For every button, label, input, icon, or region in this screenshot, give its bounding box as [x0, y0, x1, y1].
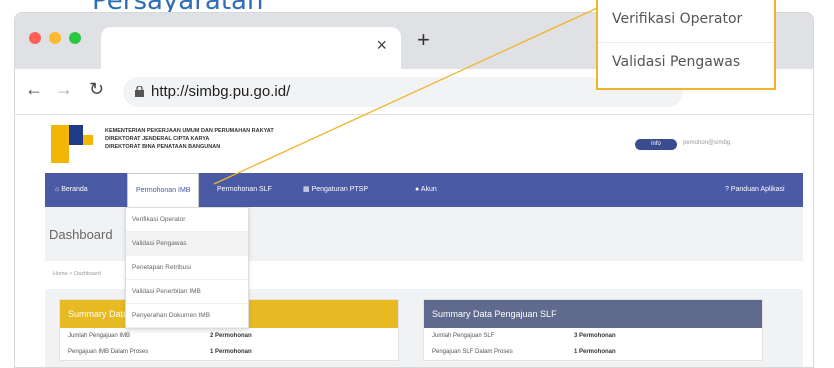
table-row: Jumlah Pengajuan IMB 2 Permohonan: [60, 328, 398, 344]
reload-icon[interactable]: ↻: [89, 79, 104, 100]
nav-panduan-label: Panduan Aplikasi: [730, 186, 785, 193]
callout-zoom: Verifikasi Operator Validasi Pengawas: [596, 0, 776, 90]
back-arrow-icon[interactable]: ←: [25, 79, 43, 100]
lock-icon: [135, 86, 144, 97]
site-header: KEMENTERIAN PEKERJAAN UMUM DAN PERUMAHAN…: [15, 115, 813, 173]
pupr-logo-icon: [51, 125, 93, 163]
nav-akun[interactable]: ● Akun: [415, 173, 437, 207]
info-badge[interactable]: info: [635, 139, 677, 150]
row-label: Pengajuan IMB Dalam Proses: [68, 349, 149, 355]
table-row: Pengajuan IMB Dalam Proses 1 Permohonan: [60, 344, 398, 360]
dropdown-item-validasi-penerbitan-imb[interactable]: Validasi Penerbitan IMB: [126, 280, 248, 304]
close-window-button[interactable]: [29, 32, 41, 44]
dashboard-title: Dashboard: [49, 227, 113, 242]
row-label: Jumlah Pengajuan IMB: [68, 333, 131, 339]
nav-beranda-label: Beranda: [61, 186, 88, 193]
tab-close-icon[interactable]: ×: [376, 35, 387, 56]
org-line-1: KEMENTERIAN PEKERJAAN UMUM DAN PERUMAHAN…: [105, 128, 274, 134]
dropdown-item-verifikasi-operator[interactable]: Verifikasi Operator: [126, 208, 248, 232]
minimize-window-button[interactable]: [49, 32, 61, 44]
nav-pengaturan-ptsp[interactable]: ▦ Pengaturan PTSP: [303, 173, 368, 207]
maximize-window-button[interactable]: [69, 32, 81, 44]
row-value: 3 Permohonan: [574, 333, 616, 339]
browser-tab[interactable]: ×: [101, 27, 401, 69]
organization-name: KEMENTERIAN PEKERJAAN UMUM DAN PERUMAHAN…: [105, 127, 274, 151]
nav-permohonan-imb[interactable]: Permohonan IMB: [127, 173, 200, 207]
org-line-3: DIREKTORAT BINA PENATAAN BANGUNAN: [105, 144, 221, 150]
row-value: 2 Permohonan: [210, 333, 252, 339]
dropdown-item-penyerahan-dokumen-imb[interactable]: Penyerahan Dokumen IMB: [126, 304, 248, 328]
table-row: Pengajuan SLF Dalam Proses 1 Permohonan: [424, 344, 762, 360]
row-value: 1 Permohonan: [210, 349, 252, 355]
dropdown-item-penetapan-retribusi[interactable]: Penetapan Retribusi: [126, 256, 248, 280]
new-tab-button[interactable]: +: [417, 27, 430, 53]
website-viewport: KEMENTERIAN PEKERJAAN UMUM DAN PERUMAHAN…: [15, 115, 813, 367]
slf-summary-title: Summary Data Pengajuan SLF: [424, 300, 762, 328]
slf-summary-panel: Summary Data Pengajuan SLF Jumlah Pengaj…: [423, 299, 763, 361]
nav-panduan[interactable]: ? Panduan Aplikasi: [725, 173, 785, 207]
row-value: 1 Permohonan: [574, 349, 616, 355]
main-nav: ⌂ Beranda Permohonan IMB Permohonan SLF …: [45, 173, 803, 207]
user-label[interactable]: pemohon@simbg: [683, 140, 730, 146]
nav-akun-label: Akun: [420, 186, 437, 193]
callout-validasi-pengawas[interactable]: Validasi Pengawas: [598, 42, 774, 80]
url-text: http://simbg.pu.go.id/: [151, 83, 291, 100]
table-row: Jumlah Pengajuan SLF 3 Permohonan: [424, 328, 762, 344]
permohonan-imb-dropdown: Verifikasi Operator Validasi Pengawas Pe…: [125, 207, 249, 329]
nav-pengaturan-ptsp-label: Pengaturan PTSP: [311, 186, 368, 193]
callout-verifikasi-operator[interactable]: Verifikasi Operator: [598, 0, 774, 38]
nav-beranda[interactable]: ⌂ Beranda: [55, 173, 88, 207]
nav-permohonan-slf[interactable]: Permohonan SLF: [217, 173, 272, 207]
dropdown-item-validasi-pengawas[interactable]: Validasi Pengawas: [126, 232, 248, 256]
row-label: Jumlah Pengajuan SLF: [432, 333, 495, 339]
breadcrumb[interactable]: Home > Dashboard: [53, 271, 101, 277]
forward-arrow-icon[interactable]: →: [55, 79, 73, 100]
org-line-2: DIREKTORAT JENDERAL CIPTA KARYA: [105, 136, 210, 142]
row-label: Pengajuan SLF Dalam Proses: [432, 349, 513, 355]
